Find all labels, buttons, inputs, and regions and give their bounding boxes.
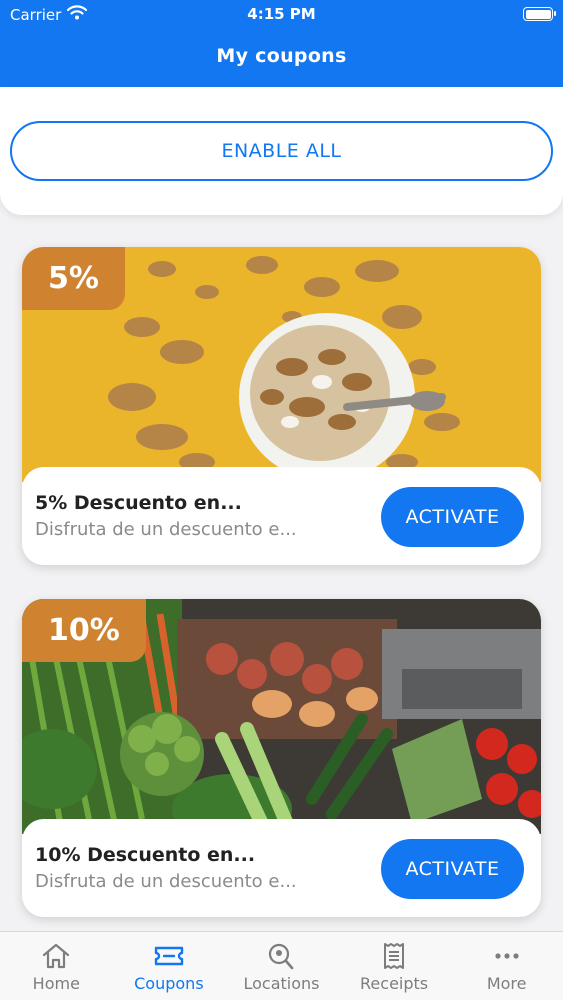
status-bar: Carrier 4:15 PM	[0, 0, 563, 30]
activate-button[interactable]: ACTIVATE	[381, 839, 524, 899]
battery-icon	[523, 7, 556, 21]
tab-home[interactable]: Home	[0, 932, 113, 1000]
coupon-info: 5% Descuento en... Disfruta de un descue…	[22, 467, 541, 565]
enable-all-button[interactable]: ENABLE ALL	[10, 121, 553, 181]
tab-bar: Home Coupons Locations Receipts More	[0, 931, 563, 1000]
receipt-icon	[378, 942, 410, 970]
coupon-info: 10% Descuento en... Disfruta de un descu…	[22, 819, 541, 917]
page-title: My coupons	[216, 45, 347, 67]
coupon-description: Disfruta de un descuento e...	[35, 519, 297, 540]
tab-locations[interactable]: Locations	[225, 932, 338, 1000]
coupon-title: 5% Descuento en...	[35, 492, 242, 514]
coupon-description: Disfruta de un descuento e...	[35, 871, 297, 892]
status-time: 4:15 PM	[247, 5, 316, 23]
tab-receipts[interactable]: Receipts	[338, 932, 451, 1000]
more-dots-icon	[491, 942, 523, 970]
tab-label: Coupons	[134, 974, 204, 993]
location-search-icon	[265, 942, 297, 970]
tab-label: Home	[32, 974, 80, 993]
ticket-icon	[153, 942, 185, 970]
tab-coupons[interactable]: Coupons	[113, 932, 226, 1000]
home-icon	[40, 942, 72, 970]
discount-badge: 10%	[22, 599, 146, 662]
top-bar: Carrier 4:15 PM My coupons	[0, 0, 563, 87]
tab-more[interactable]: More	[450, 932, 563, 1000]
activate-button[interactable]: ACTIVATE	[381, 487, 524, 547]
tab-label: Locations	[243, 974, 320, 993]
coupon-title: 10% Descuento en...	[35, 844, 256, 866]
coupon-card[interactable]: 5% 5% Descuento en... Disfruta de un des…	[22, 247, 541, 565]
discount-badge: 5%	[22, 247, 125, 310]
enable-all-panel: ENABLE ALL	[0, 87, 563, 215]
coupon-card[interactable]: 10% 10% Descuento en... Disfruta de un d…	[22, 599, 541, 917]
tab-label: More	[486, 974, 527, 993]
tab-label: Receipts	[360, 974, 429, 993]
